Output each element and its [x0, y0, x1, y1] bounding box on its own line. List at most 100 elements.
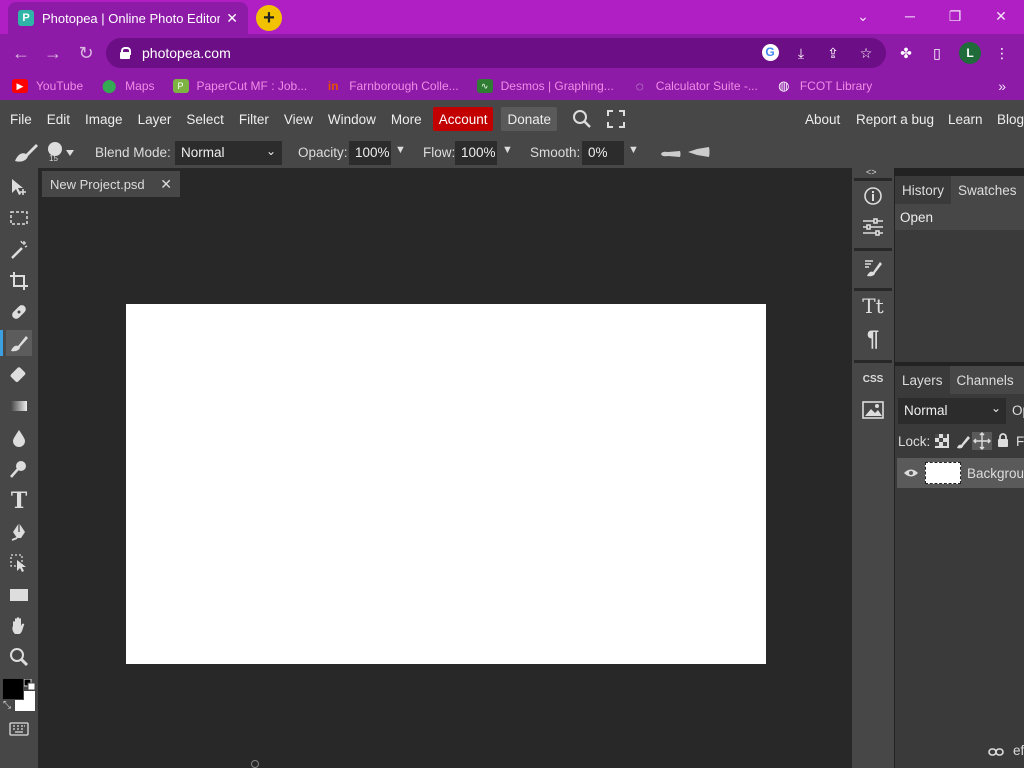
foreground-color-swatch[interactable]	[2, 678, 24, 700]
bookmark-papercut[interactable]: P PaperCut MF : Job...	[172, 79, 307, 93]
layer-row[interactable]: Backgrou	[897, 458, 1024, 488]
browser-menu-icon[interactable]: ⋮	[992, 43, 1012, 63]
history-item[interactable]: Open	[895, 204, 1024, 230]
close-tab-icon[interactable]: ✕	[226, 10, 238, 27]
menu-edit[interactable]: Edit	[41, 107, 76, 131]
flow-input[interactable]: 100%	[455, 141, 497, 165]
healing-brush-icon[interactable]	[6, 299, 32, 325]
smooth-dropdown-icon[interactable]: ▼	[628, 144, 639, 156]
path-select-icon[interactable]	[6, 550, 32, 576]
default-colors-icon[interactable]	[23, 678, 36, 694]
type-tool-icon[interactable]: T	[6, 488, 32, 514]
character-panel-icon[interactable]: Tt	[860, 293, 886, 319]
menu-filter[interactable]: Filter	[233, 107, 275, 131]
crop-tool-icon[interactable]	[6, 268, 32, 294]
bookmark-calculator-suite[interactable]: ◌ Calculator Suite -...	[632, 78, 758, 94]
keyboard-icon[interactable]	[6, 716, 32, 742]
menu-window[interactable]: Window	[322, 107, 382, 131]
fullscreen-icon[interactable]	[601, 107, 631, 131]
opacity-input[interactable]: 100%	[349, 141, 391, 165]
smooth-input[interactable]: 0%	[582, 141, 624, 165]
menu-report-bug[interactable]: Report a bug	[850, 107, 940, 131]
tab-swatches[interactable]: Swatches	[951, 176, 1024, 204]
lock-icon[interactable]	[120, 47, 131, 59]
minimize-window-button[interactable]: ─	[895, 4, 925, 28]
tab-history[interactable]: History	[895, 176, 952, 204]
move-tool-icon[interactable]	[6, 174, 32, 200]
brush-tool-preset-icon[interactable]	[12, 142, 40, 167]
gradient-tool-icon[interactable]	[6, 393, 32, 419]
restore-window-button[interactable]: ❐	[940, 4, 970, 28]
image-panel-icon[interactable]	[860, 397, 886, 423]
bookmark-maps[interactable]: ⬤ Maps	[101, 78, 155, 93]
menu-more[interactable]: More	[385, 107, 428, 131]
opacity-dropdown-icon[interactable]: ▼	[395, 144, 406, 156]
bookmarks-overflow-icon[interactable]: »	[998, 78, 1006, 94]
paragraph-panel-icon[interactable]: ¶	[860, 326, 886, 352]
share-icon[interactable]: ⇪	[823, 43, 843, 63]
lock-all-icon[interactable]	[997, 433, 1009, 451]
close-document-icon[interactable]: ✕	[160, 176, 172, 193]
adjustments-sliders-icon[interactable]	[860, 214, 886, 240]
bookmark-youtube[interactable]: ▶ YouTube	[12, 79, 83, 93]
resize-handle-icon[interactable]	[251, 760, 259, 768]
pen-tool-icon[interactable]	[6, 519, 32, 545]
side-panel-icon[interactable]: ▯	[927, 43, 947, 63]
marquee-select-icon[interactable]	[6, 205, 32, 231]
tab-layers[interactable]: Layers	[895, 366, 950, 394]
back-button[interactable]: ←	[10, 42, 32, 64]
profile-avatar[interactable]: L	[959, 42, 981, 64]
forward-button[interactable]: →	[42, 42, 64, 64]
zoom-tool-icon[interactable]	[6, 644, 32, 670]
menu-image[interactable]: Image	[79, 107, 129, 131]
magic-wand-icon[interactable]	[6, 237, 32, 263]
layer-effects-label[interactable]: ef	[1013, 743, 1024, 758]
menu-about[interactable]: About	[799, 107, 846, 131]
eye-visibility-icon[interactable]	[903, 468, 919, 478]
menu-file[interactable]: File	[4, 107, 38, 131]
link-layers-icon[interactable]	[988, 745, 1004, 760]
brush-tool-icon[interactable]	[0, 330, 32, 356]
menu-learn[interactable]: Learn	[942, 107, 989, 131]
bookmark-fcot-library[interactable]: ◍ FCOT Library	[776, 78, 872, 93]
menu-blog[interactable]: Blog	[991, 107, 1024, 131]
tab-channels[interactable]: Channels	[950, 366, 1021, 394]
info-icon[interactable]	[860, 183, 886, 209]
menu-layer[interactable]: Layer	[132, 107, 178, 131]
account-button[interactable]: Account	[432, 107, 494, 131]
bookmark-star-icon[interactable]: ☆	[856, 43, 876, 63]
lock-transparency-icon[interactable]	[935, 434, 949, 451]
reload-button[interactable]: ↻	[75, 42, 97, 64]
lock-position-icon[interactable]	[972, 432, 992, 450]
close-window-button[interactable]: ✕	[986, 4, 1016, 28]
blur-drop-icon[interactable]	[6, 425, 32, 451]
install-app-icon[interactable]: ⤓	[791, 43, 811, 63]
rectangle-shape-icon[interactable]	[6, 582, 32, 608]
swap-colors-icon[interactable]: ⤡	[3, 700, 11, 711]
image-canvas[interactable]	[126, 304, 766, 664]
menu-view[interactable]: View	[278, 107, 319, 131]
layer-blend-mode-select[interactable]: Normal ⌄	[898, 398, 1006, 424]
donate-button[interactable]: Donate	[501, 107, 558, 131]
flow-dropdown-icon[interactable]: ▼	[502, 144, 513, 156]
brush-settings-icon[interactable]	[860, 254, 886, 280]
eraser-icon[interactable]	[6, 362, 32, 388]
search-icon[interactable]	[566, 107, 598, 131]
dodge-tool-icon[interactable]	[6, 456, 32, 482]
pressure-opacity-icon[interactable]	[660, 147, 682, 162]
google-lens-icon[interactable]: G	[760, 42, 780, 62]
css-panel-icon[interactable]: CSS	[860, 366, 886, 392]
lock-pixels-icon[interactable]	[955, 433, 971, 452]
tab-search-chevron-icon[interactable]: ⌄	[848, 4, 878, 28]
extensions-puzzle-icon[interactable]: ✤	[896, 43, 916, 63]
blend-mode-select[interactable]: Normal ⌄	[175, 141, 282, 165]
collapse-panels-icon[interactable]: <>	[866, 167, 877, 177]
menu-select[interactable]: Select	[180, 107, 230, 131]
browser-tab-photopea[interactable]: P Photopea | Online Photo Editor ✕	[8, 2, 248, 34]
bookmark-farnborough[interactable]: in Farnborough Colle...	[325, 79, 459, 93]
bookmark-desmos[interactable]: ∿ Desmos | Graphing...	[476, 79, 614, 93]
document-tab[interactable]: New Project.psd ✕	[42, 171, 180, 197]
pressure-size-icon[interactable]	[687, 146, 711, 161]
hand-tool-icon[interactable]	[6, 613, 32, 639]
new-tab-button[interactable]: +	[256, 5, 282, 31]
